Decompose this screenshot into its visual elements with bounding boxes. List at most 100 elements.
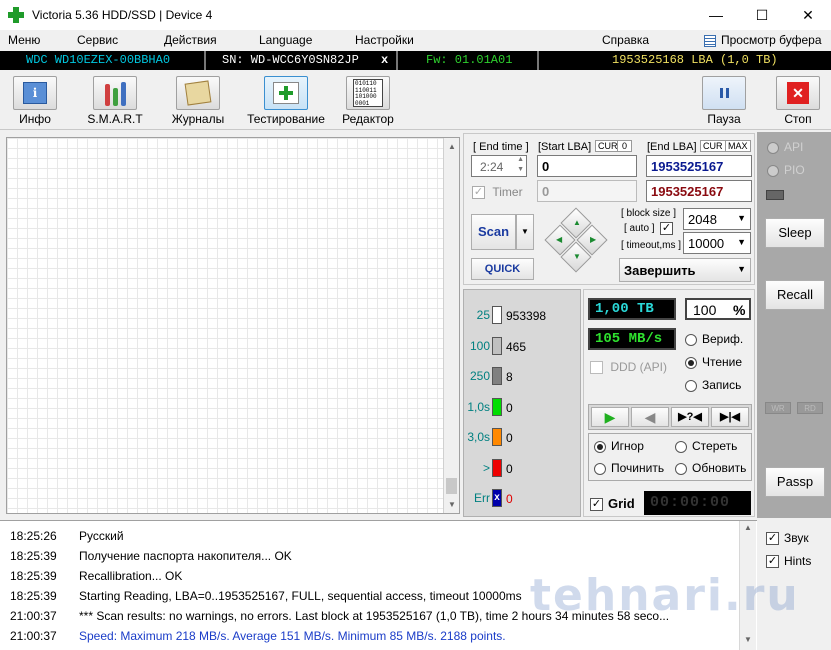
start-cur-value: 0	[617, 140, 633, 152]
end-cur-button[interactable]: CUR	[700, 140, 726, 152]
ddd-api-checkbox[interactable]: DDD (API)	[590, 360, 667, 375]
play-icon: ▶	[604, 409, 616, 425]
stat-row: 100 465	[464, 336, 582, 357]
info-button[interactable]: i Инфо	[0, 76, 70, 128]
play-forward-button[interactable]: ▶	[591, 407, 629, 427]
rd-indicator: RD	[797, 402, 823, 414]
passp-button[interactable]: Passp	[765, 467, 825, 497]
speed-display: 105 MB/s	[588, 328, 676, 350]
scan-params-panel: [ End time ] 2:24 ▲ ▼ ✓ Timer [Start LBA…	[463, 133, 755, 285]
recall-button[interactable]: Recall	[765, 280, 825, 310]
end-lba-label: [End LBA]	[647, 141, 697, 153]
reverse-icon: ◀	[644, 409, 656, 425]
logs-button[interactable]: Журналы	[163, 76, 233, 128]
end-lba-input[interactable]: 1953525167	[646, 155, 752, 177]
menu-buffer-view[interactable]: Просмотр буфера	[721, 33, 822, 47]
play-backward-button[interactable]: ◀	[631, 407, 669, 427]
hex-editor-icon: 010110 110011 101000 0001	[346, 76, 390, 110]
scanned-size-display: 1,00 TB	[588, 298, 676, 320]
stat-threshold-label: 1,0s	[467, 399, 490, 414]
menu-help[interactable]: Справка	[602, 33, 649, 47]
stat-count: 0	[506, 400, 513, 415]
test-plus-icon	[264, 76, 308, 110]
scan-grid	[6, 137, 460, 514]
chevron-down-icon: ▼	[737, 213, 746, 223]
menu-actions[interactable]: Действия	[164, 33, 217, 47]
maximize-button[interactable]: ☐	[739, 0, 785, 30]
menu-settings[interactable]: Настройки	[355, 33, 414, 47]
menu-main[interactable]: Меню	[8, 33, 40, 47]
read-radio[interactable]: Чтение	[685, 355, 742, 369]
grid-scrollbar[interactable]: ▲ ▼	[443, 138, 459, 513]
pause-button[interactable]: Пауза	[689, 76, 759, 128]
stat-count: 953398	[506, 309, 547, 323]
drive-info-bar: WDC WD10EZEX-00BBHA0 SN: WD-WCC6Y0SN82JP…	[0, 51, 831, 70]
editor-button[interactable]: 010110 110011 101000 0001 Редактор	[333, 76, 403, 128]
stat-row: 1,0s 0	[464, 397, 582, 418]
timer-value-input[interactable]: 0	[537, 180, 637, 202]
stop-icon: ✕	[776, 76, 820, 110]
max-button[interactable]: MAX	[725, 140, 751, 152]
random-seek-button[interactable]: ▶?◀	[671, 407, 709, 427]
log-entry: 18:25:26 Русский	[10, 529, 737, 543]
api-radio[interactable]: API	[767, 140, 803, 154]
log-text: Starting Reading, LBA=0..1953525167, FUL…	[79, 589, 522, 603]
stat-count: 0	[506, 461, 513, 476]
spin-up-icon[interactable]: ▲	[517, 156, 524, 163]
verify-radio[interactable]: Вериф.	[685, 332, 743, 346]
menu-service[interactable]: Сервис	[77, 33, 118, 47]
log-text: Получение паспорта накопителя... OK	[79, 549, 292, 563]
spin-down-icon[interactable]: ▼	[517, 166, 524, 173]
ignore-radio[interactable]: Игнор	[594, 439, 644, 453]
arrow-down-icon: ▼	[573, 252, 581, 261]
stats-panel: 25 953398 100 465 250 8 1,0s 0 3,0s 0 >0 Err x 0	[463, 289, 581, 517]
close-drive-icon[interactable]: x	[381, 53, 388, 67]
log-time: 21:00:37	[10, 629, 57, 643]
timer-checkbox[interactable]: ✓ Timer	[472, 185, 523, 200]
end-time-label: [ End time ]	[473, 141, 529, 153]
log-text: Русский	[79, 529, 124, 543]
minimize-button[interactable]: —	[693, 0, 739, 30]
menu-bar: Меню Сервис Действия Language Настройки …	[0, 30, 831, 51]
log-time: 21:00:37	[10, 609, 57, 623]
butterfly-icon: ▶|◀	[720, 411, 740, 423]
stat-color-swatch	[492, 336, 502, 355]
refresh-radio[interactable]: Обновить	[675, 461, 746, 475]
drive-firmware: Fw: 01.01A01	[426, 53, 513, 67]
smart-button[interactable]: S.M.A.R.T	[80, 76, 150, 128]
pio-radio[interactable]: PIO	[767, 163, 805, 177]
start-lba-input[interactable]: 0	[537, 155, 637, 177]
log-time: 18:25:39	[10, 569, 57, 583]
menu-language[interactable]: Language	[259, 33, 312, 47]
auto-checkbox[interactable]: ✓	[660, 221, 673, 236]
stat-row: Err x 0	[464, 489, 582, 509]
block-size-select[interactable]: 2048 ▼	[683, 208, 751, 230]
sleep-button[interactable]: Sleep	[765, 218, 825, 248]
timeout-select[interactable]: 10000 ▼	[683, 232, 751, 254]
log-text: Speed: Maximum 218 MB/s. Average 151 MB/…	[79, 629, 506, 643]
app-icon	[8, 7, 24, 23]
stat-count: 0	[506, 431, 513, 445]
butterfly-button[interactable]: ▶|◀	[711, 407, 749, 427]
quick-button[interactable]: QUICK	[471, 258, 534, 280]
end-time-input[interactable]: 2:24 ▲ ▼	[471, 155, 527, 177]
hints-checkbox[interactable]: ✓ Hints	[766, 554, 811, 569]
info-icon: i	[13, 76, 57, 110]
stat-threshold-label: 25	[476, 308, 490, 322]
close-button[interactable]: ✕	[785, 0, 831, 30]
log-time: 18:25:26	[10, 529, 57, 543]
direction-pad: ▲ ◀ ▶ ▼	[544, 207, 610, 276]
testing-button[interactable]: Тестирование	[246, 76, 326, 128]
repair-radio[interactable]: Починить	[594, 461, 664, 475]
write-radio[interactable]: Запись	[685, 378, 741, 392]
arrow-up-icon: ▲	[573, 218, 581, 227]
scan-button[interactable]: Scan	[471, 214, 516, 250]
stat-threshold-label: >	[482, 460, 490, 475]
scan-dropdown-button[interactable]: ▼	[516, 214, 534, 250]
erase-radio[interactable]: Стереть	[675, 439, 737, 453]
stop-button[interactable]: ✕ Стоп	[763, 76, 831, 128]
finish-action-select[interactable]: Завершить ▼	[619, 258, 751, 282]
sound-checkbox[interactable]: ✓ Звук	[766, 531, 809, 546]
grid-checkbox[interactable]: ✓ Grid	[590, 496, 635, 512]
stat-threshold-label: 250	[469, 369, 490, 383]
